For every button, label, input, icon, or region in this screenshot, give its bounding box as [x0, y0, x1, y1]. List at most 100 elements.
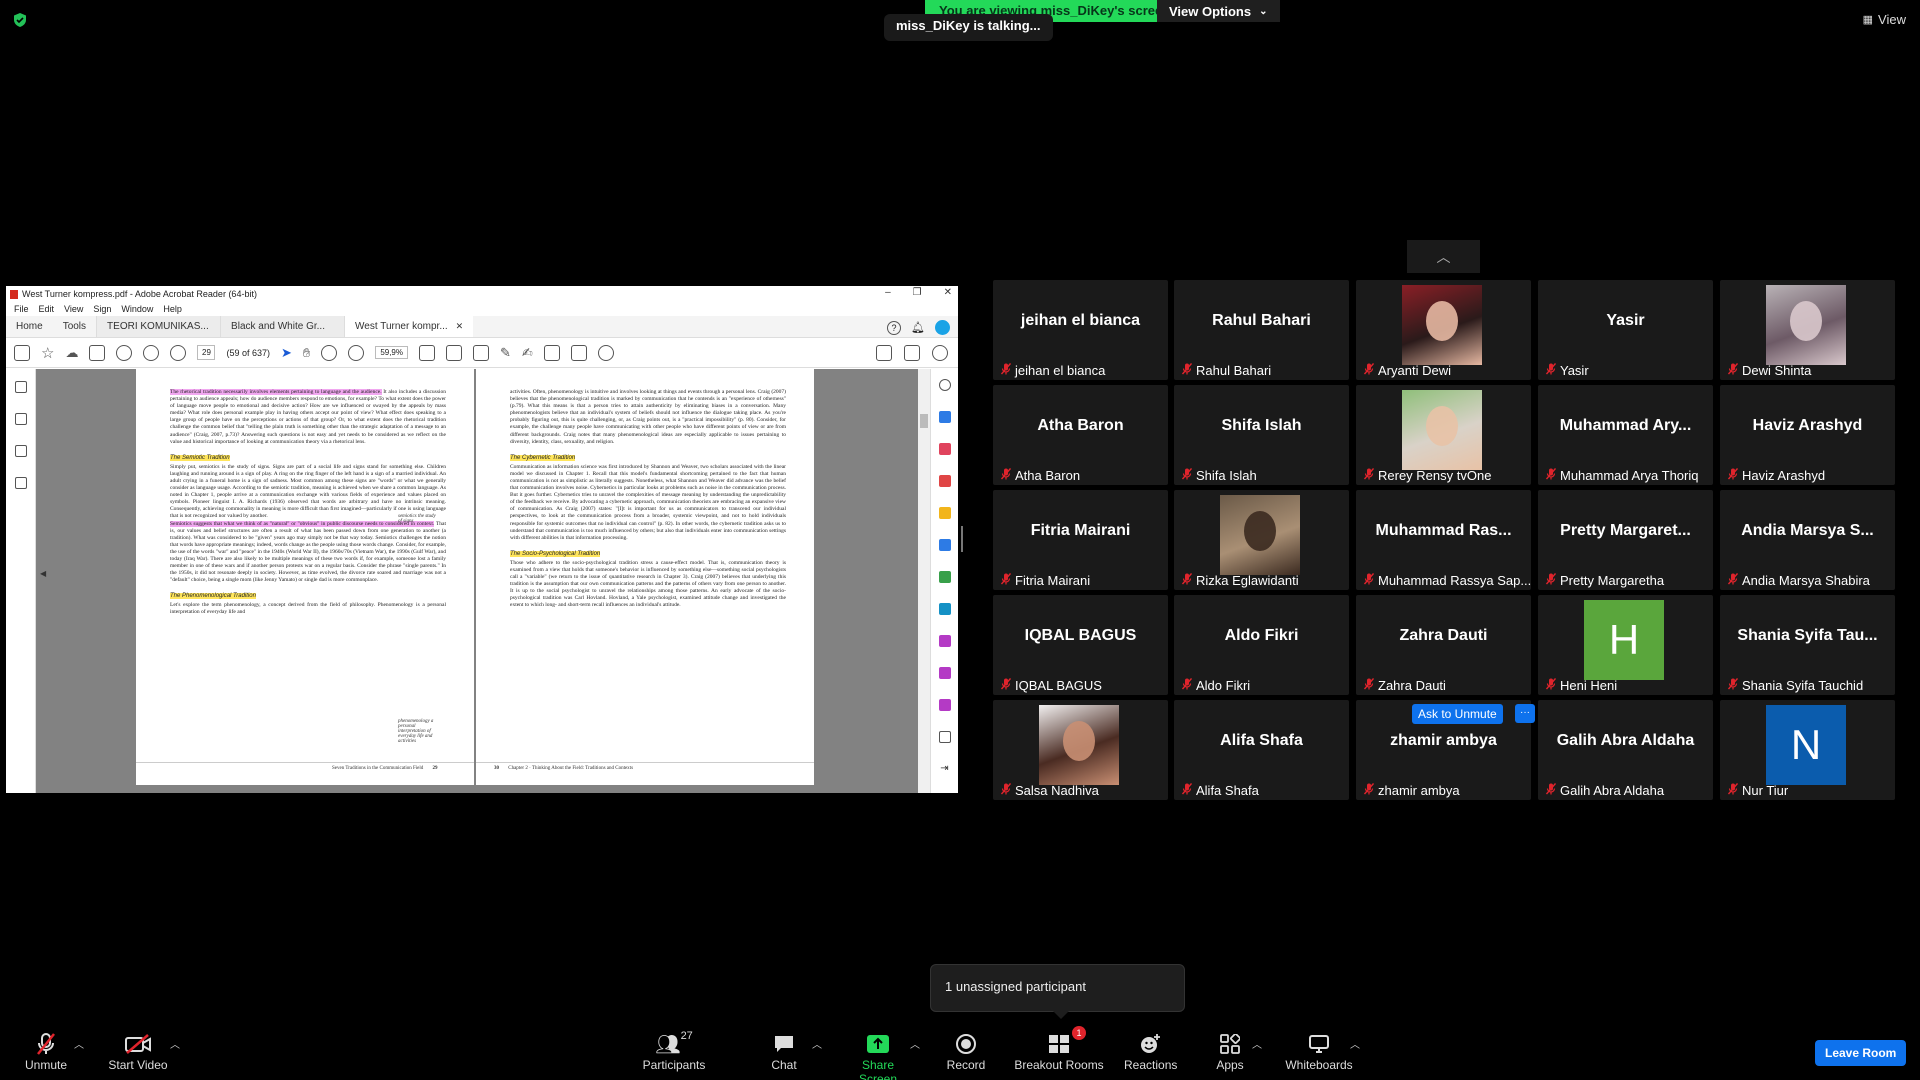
page-number-input[interactable]: 29: [197, 345, 216, 360]
page-up-icon[interactable]: [143, 344, 160, 361]
save-icon[interactable]: [14, 344, 30, 361]
participant-tile[interactable]: Salsa Nadhiva: [993, 700, 1168, 800]
menu-view[interactable]: View: [64, 304, 83, 314]
audio-options-caret-icon[interactable]: ︿: [74, 1036, 84, 1051]
chat-options-caret-icon[interactable]: ︿: [812, 1036, 822, 1051]
participants-button[interactable]: 👥︎ 27 Participants: [640, 1030, 708, 1072]
participant-tile[interactable]: zhamir ambya Ask to Unmute ··· zhamir ambya: [1356, 700, 1535, 800]
shared-screen-acrobat[interactable]: West Turner kompress.pdf - Adobe Acrobat…: [6, 286, 958, 793]
protect-icon[interactable]: [938, 603, 951, 615]
page-thumbnails-icon[interactable]: [14, 381, 27, 393]
unmute-button[interactable]: Unmute: [20, 1030, 72, 1072]
participant-tile[interactable]: Haviz Arashyd Haviz Arashyd: [1720, 385, 1895, 485]
view-layout-button[interactable]: ▦ View: [1863, 12, 1906, 27]
leave-room-button[interactable]: Leave Room: [1815, 1040, 1907, 1066]
send-for-signature-icon[interactable]: [938, 699, 951, 711]
link-icon[interactable]: [876, 345, 892, 361]
participant-tile[interactable]: Fitria Mairani Fitria Mairani: [993, 490, 1168, 590]
record-button[interactable]: Record: [946, 1030, 986, 1072]
gallery-page-up-button[interactable]: ︿: [1407, 240, 1480, 273]
compress-pdf-icon[interactable]: [938, 571, 951, 583]
participant-tile[interactable]: Aryanti Dewi: [1356, 280, 1531, 380]
menu-window[interactable]: Window: [121, 304, 153, 314]
video-options-caret-icon[interactable]: ︿: [170, 1036, 180, 1051]
participant-tile[interactable]: N Nur Tiur: [1720, 700, 1895, 800]
share-screen-button[interactable]: Share Screen: [842, 1030, 914, 1080]
tab-home[interactable]: Home: [6, 316, 53, 337]
email-icon[interactable]: [904, 345, 920, 361]
participant-tile[interactable]: Rahul Bahari Rahul Bahari: [1174, 280, 1349, 380]
participant-tile[interactable]: Andia Marsya S... Andia Marsya Shabira: [1720, 490, 1895, 590]
participant-tile[interactable]: IQBAL BAGUS IQBAL BAGUS: [993, 595, 1168, 695]
combine-files-icon[interactable]: [938, 539, 951, 551]
participant-tile[interactable]: Alifa Shafa Alifa Shafa: [1174, 700, 1349, 800]
view-options-button[interactable]: View Options ⌄: [1157, 0, 1280, 22]
more-options-button[interactable]: ···: [1515, 704, 1535, 723]
export-pdf-icon[interactable]: [938, 475, 951, 487]
bookmark-icon[interactable]: [14, 413, 27, 425]
ask-to-unmute-button[interactable]: Ask to Unmute: [1412, 704, 1503, 724]
document-area[interactable]: ◀ The rhetorical tradition necessarily i…: [6, 369, 958, 793]
share-user-icon[interactable]: [932, 345, 948, 361]
maximize-icon[interactable]: ❐: [913, 287, 922, 298]
participant-tile[interactable]: Muhammad Ras... Muhammad Rassya Sap...: [1356, 490, 1531, 590]
fit-page-icon[interactable]: [419, 344, 435, 361]
layers-icon[interactable]: [14, 477, 27, 489]
share-options-caret-icon[interactable]: ︿: [910, 1036, 920, 1051]
menu-file[interactable]: File: [14, 304, 29, 314]
participant-tile[interactable]: Aldo Fikri Aldo Fikri: [1174, 595, 1349, 695]
create-pdf-icon[interactable]: [938, 411, 951, 423]
participant-tile[interactable]: Atha Baron Atha Baron: [993, 385, 1168, 485]
attachment-icon[interactable]: [14, 445, 27, 457]
apps-button[interactable]: Apps: [1214, 1030, 1246, 1072]
delete-icon[interactable]: [570, 344, 587, 361]
close-icon[interactable]: ✕: [944, 287, 952, 298]
participant-tile[interactable]: Rerey Rensy tvOne: [1356, 385, 1531, 485]
participant-tile[interactable]: H Heni Heni: [1538, 595, 1713, 695]
tab-tools[interactable]: Tools: [53, 316, 96, 337]
comment-tool-icon[interactable]: [938, 507, 951, 519]
fill-sign-icon[interactable]: [938, 635, 951, 647]
edit-pdf-icon[interactable]: [938, 667, 951, 679]
menu-help[interactable]: Help: [163, 304, 182, 314]
search-icon[interactable]: [116, 344, 133, 361]
participant-tile[interactable]: Shania Syifa Tau... Shania Syifa Tauchid: [1720, 595, 1895, 695]
breakout-rooms-button[interactable]: 1 Breakout Rooms: [1014, 1026, 1104, 1072]
zoom-search-icon[interactable]: [938, 379, 951, 391]
select-cursor-icon[interactable]: ➤: [281, 345, 292, 361]
help-icon[interactable]: ?: [887, 320, 902, 335]
star-icon[interactable]: ☆: [41, 344, 54, 362]
participant-tile[interactable]: Yasir Yasir: [1538, 280, 1713, 380]
comment-icon[interactable]: [473, 344, 489, 361]
start-video-button[interactable]: Start Video: [106, 1030, 170, 1072]
menu-sign[interactable]: Sign: [93, 304, 111, 314]
organize-pages-icon[interactable]: [938, 443, 951, 455]
more-tools-icon[interactable]: [938, 731, 951, 743]
cloud-upload-icon[interactable]: ☁: [65, 345, 78, 361]
scroll-mode-icon[interactable]: [446, 344, 462, 361]
hand-tool-icon[interactable]: ✋︎: [303, 345, 310, 361]
scrollbar-thumb[interactable]: [920, 414, 928, 428]
bell-icon[interactable]: 🔔︎: [911, 321, 925, 334]
minimize-icon[interactable]: –: [885, 287, 891, 298]
participant-tile[interactable]: Muhammad Ary... Muhammad Arya Thoriq: [1538, 385, 1713, 485]
tab-document-teori[interactable]: TEORI KOMUNIKAS...: [96, 316, 221, 337]
chat-button[interactable]: Chat: [766, 1030, 802, 1072]
page-down-icon[interactable]: [170, 344, 187, 361]
close-tab-icon[interactable]: ✕: [456, 321, 464, 332]
account-avatar[interactable]: [935, 320, 950, 335]
participant-tile[interactable]: Pretty Margaret... Pretty Margaretha: [1538, 490, 1713, 590]
encryption-shield-icon[interactable]: [12, 12, 28, 28]
tab-document-black-white[interactable]: Black and White Gr...: [220, 316, 345, 337]
vertical-scrollbar[interactable]: [918, 369, 930, 793]
participant-tile[interactable]: Zahra Dauti Zahra Dauti: [1356, 595, 1531, 695]
whiteboards-button[interactable]: Whiteboards: [1284, 1030, 1354, 1072]
reactions-button[interactable]: Reactions: [1124, 1030, 1177, 1072]
tab-document-west-turner[interactable]: West Turner kompr... ✕: [344, 316, 474, 337]
splitter-handle[interactable]: [961, 526, 963, 552]
pen-icon[interactable]: ✎: [500, 345, 511, 361]
participant-tile[interactable]: Galih Abra Aldaha Galih Abra Aldaha: [1538, 700, 1713, 800]
rotate-icon[interactable]: [597, 344, 614, 361]
participant-tile[interactable]: Dewi Shinta: [1720, 280, 1895, 380]
menu-edit[interactable]: Edit: [39, 304, 55, 314]
